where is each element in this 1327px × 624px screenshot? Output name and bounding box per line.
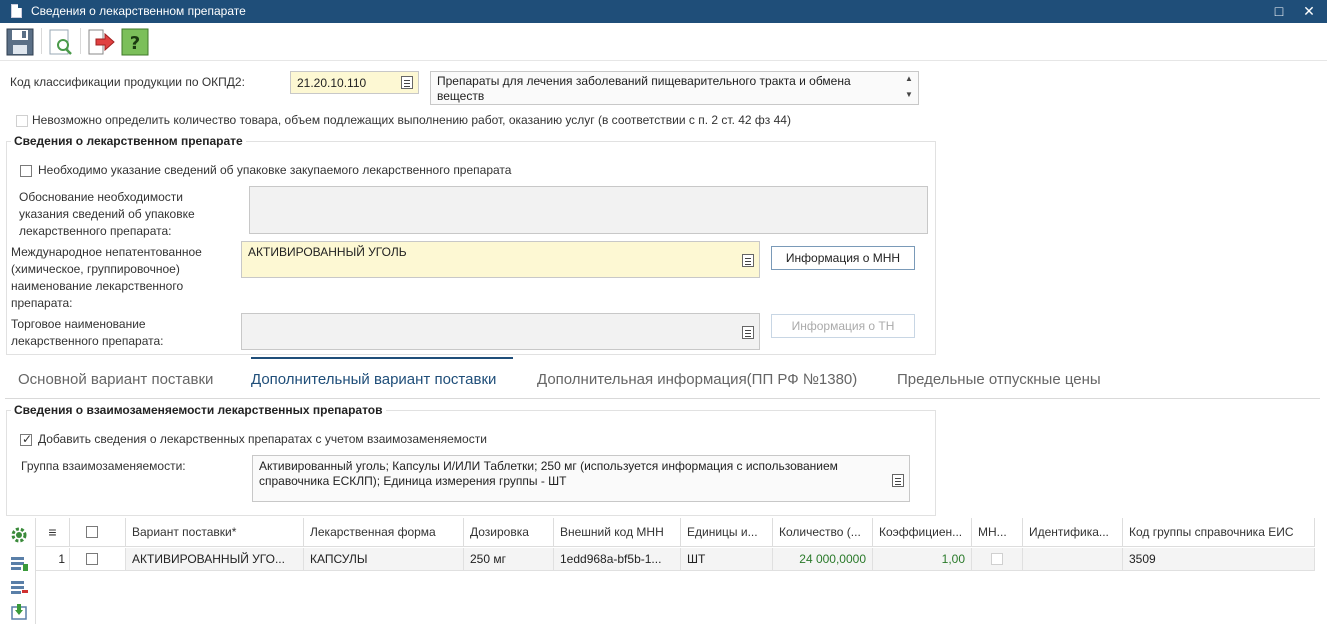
delivery-variants-grid: ≡ Вариант поставки* Лекарственная форма … [35,518,1315,624]
tab-additional-info[interactable]: Дополнительная информация(ПП РФ №1380) [537,371,857,388]
help-glyph: ? [130,33,140,54]
packaging-checkbox[interactable] [20,165,32,177]
table-cell-ext-code[interactable]: 1edd968a-bf5b-1... [554,548,681,571]
window-title: Сведения о лекарственном препарате [31,4,246,18]
tab-main-delivery[interactable]: Основной вариант поставки [18,371,213,388]
table-cell-form[interactable]: КАПСУЛЫ [304,548,464,571]
help-icon[interactable]: ? [120,27,150,57]
cannot-determine-label: Невозможно определить количество товара,… [32,113,791,127]
packaging-checkbox-label: Необходимо указание сведений об упаковке… [38,163,512,177]
justification-label: Обоснование необходимости указания сведе… [19,190,195,238]
table-cell-mn[interactable] [972,548,1023,571]
okpd-code-field[interactable]: 21.20.10.110 [290,71,419,94]
table-cell-quantity[interactable]: 24 000,0000 [773,548,873,571]
table-cell-group-code[interactable]: 3509 [1123,548,1315,571]
import-row-icon[interactable] [9,601,29,621]
grid-header-mn[interactable]: МН... [972,518,1023,547]
grid-header-variant[interactable]: Вариант поставки* [126,518,304,547]
cannot-determine-checkbox[interactable] [16,115,28,127]
okpd-label: Код классификации продукции по ОКПД2: [10,75,245,89]
grid-header-units[interactable]: Единицы и... [681,518,773,547]
toolbar-separator [80,28,81,54]
grid-header-form[interactable]: Лекарственная форма [304,518,464,547]
table-cell-variant[interactable]: АКТИВИРОВАННЫЙ УГО... [126,548,304,571]
exit-icon[interactable] [86,27,116,57]
select-all-checkbox[interactable] [86,526,98,538]
grid-header-coefficient[interactable]: Коэффициен... [873,518,972,547]
interchange-group-title: Сведения о взаимозаменяемости лекарствен… [11,403,386,417]
interchange-add-checkbox[interactable] [20,432,32,446]
inn-field[interactable]: АКТИВИРОВАННЫЙ УГОЛЬ [241,241,760,278]
table-cell-dosage[interactable]: 250 мг [464,548,554,571]
inn-lookup-icon[interactable] [742,254,754,267]
inn-label: Международное непатентованное (химическо… [11,245,202,310]
table-cell-units[interactable]: ШТ [681,548,773,571]
grid-header-menu[interactable]: ≡ [36,518,70,547]
okpd-description-field: Препараты для лечения заболеваний пищева… [430,71,919,105]
grid-header-dosage[interactable]: Дозировка [464,518,554,547]
interchange-group-field[interactable]: Активированный уголь; Капсулы И/ИЛИ Табл… [252,455,910,502]
maximize-button[interactable]: □ [1270,2,1288,20]
close-button[interactable]: ✕ [1300,2,1318,20]
window-titlebar: Сведения о лекарственном препарате □ ✕ [0,0,1327,23]
okpd-lookup-icon[interactable] [401,76,413,89]
justification-field[interactable] [249,186,928,234]
interchange-add-label: Добавить сведения о лекарственных препар… [38,432,487,446]
grid-header-select[interactable] [70,518,126,547]
scroll-down-icon[interactable]: ▼ [905,90,913,99]
row-select-checkbox[interactable] [86,553,98,565]
tab-additional-delivery[interactable]: Дополнительный вариант поставки [251,371,496,388]
table-row-number: 1 [36,548,70,571]
okpd-description-value: Препараты для лечения заболеваний пищева… [437,74,851,103]
grid-header-ident[interactable]: Идентифика... [1023,518,1123,547]
interchange-group-value: Активированный уголь; Капсулы И/ИЛИ Табл… [259,459,838,488]
document-icon [11,4,22,18]
inn-value: АКТИВИРОВАННЫЙ УГОЛЬ [248,245,407,259]
okpd-code-value: 21.20.10.110 [297,76,367,90]
grid-header-ext-code[interactable]: Внешний код МНН [554,518,681,547]
preview-icon[interactable] [46,27,76,57]
drug-info-group-title: Сведения о лекарственном препарате [11,134,246,148]
table-cell-coefficient[interactable]: 1,00 [873,548,972,571]
table-row-select[interactable] [70,548,126,571]
settings-gear-icon[interactable] [9,525,29,545]
interchange-lookup-icon[interactable] [892,474,904,487]
inn-info-button[interactable]: Информация о МНН [771,246,915,270]
tab-divider [5,398,1320,399]
toolbar-separator [41,28,42,54]
mn-checkbox[interactable] [991,553,1003,565]
grid-header-quantity[interactable]: Количество (... [773,518,873,547]
active-tab-indicator [251,357,513,359]
interchange-group-label: Группа взаимозаменяемости: [21,459,186,473]
toolbar: ? [0,23,1327,61]
trade-name-field[interactable] [241,313,760,350]
trade-name-label: Торговое наименование лекарственного пре… [11,317,164,348]
delete-row-icon[interactable] [9,577,29,597]
trade-name-info-button[interactable]: Информация о ТН [771,314,915,338]
scroll-up-icon[interactable]: ▲ [905,74,913,83]
table-cell-ident[interactable] [1023,548,1123,571]
save-icon[interactable] [5,27,35,57]
trade-name-lookup-icon[interactable] [742,326,754,339]
tab-price-limits[interactable]: Предельные отпускные цены [897,371,1101,388]
grid-header-group-code[interactable]: Код группы справочника ЕИС [1123,518,1315,547]
add-row-icon[interactable] [9,553,29,573]
